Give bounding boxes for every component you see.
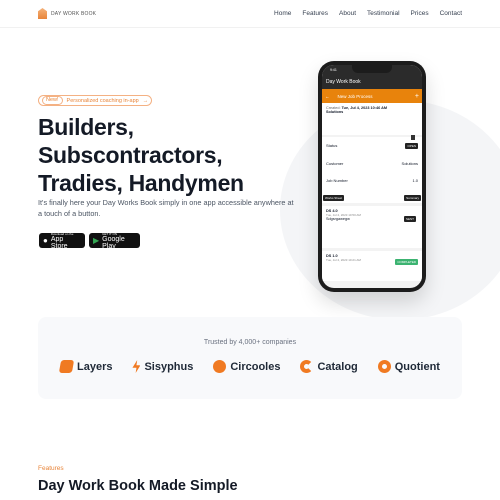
- app-title: Day Work Book: [322, 75, 422, 89]
- nav-prices[interactable]: Prices: [411, 10, 429, 17]
- back-icon[interactable]: ←: [325, 94, 330, 99]
- quotient-icon: [377, 360, 391, 373]
- trusted-title: Trusted by 4,000+ companies: [203, 339, 297, 346]
- brand-catalog: Catalog: [300, 360, 358, 373]
- nav-features[interactable]: Features: [302, 10, 328, 17]
- badge-text: Personalized coaching in-app: [66, 97, 139, 104]
- plus-icon[interactable]: +: [415, 93, 419, 100]
- hero-subtitle: It's finally here your Day Works Book si…: [38, 198, 294, 218]
- nav-about[interactable]: About: [339, 10, 356, 17]
- bolt-icon: [132, 360, 141, 373]
- navbar: DAY WORK BOOK Home Features About Testim…: [0, 0, 500, 28]
- brand-quotient: Quotient: [377, 360, 440, 373]
- nav-home[interactable]: Home: [274, 10, 291, 17]
- features-label: Features: [38, 465, 64, 472]
- building-icon: [38, 8, 47, 19]
- app-store-button[interactable]: ● Download on the App Store: [39, 232, 85, 250]
- apple-icon: ●: [43, 236, 48, 245]
- status-chip: OPEN: [405, 143, 418, 149]
- trusted-section: Trusted by 4,000+ companies Layers Sisyp…: [38, 317, 462, 399]
- nav-testimonial[interactable]: Testimonial: [367, 10, 400, 17]
- layers-icon: [58, 360, 75, 373]
- logo-text: DAY WORK BOOK: [51, 10, 97, 17]
- new-pill: New!: [42, 96, 63, 105]
- circles-icon: [213, 360, 227, 373]
- nav-contact[interactable]: Contact: [440, 10, 462, 17]
- phone-mockup: 9:41 Day Work Book ← New Job Process + Cre…: [318, 61, 426, 292]
- screen-header: ← New Job Process +: [322, 89, 422, 103]
- brand-layers: Layers: [58, 360, 112, 373]
- brand-sisyphus: Sisyphus: [132, 360, 193, 373]
- announcement-badge[interactable]: New! Personalized coaching in-app →: [38, 95, 153, 106]
- hero-title: Builders, Subscontractors, Tradies, Handym…: [38, 114, 244, 196]
- brand-circooles: Circooles: [213, 360, 280, 373]
- entry-card[interactable]: DS 1.0 Tue, Jul 4, 2023 10:21 AM COMPLETED: [322, 251, 422, 281]
- play-icon: ▶: [93, 236, 100, 245]
- catalog-icon: [300, 360, 314, 373]
- summary-button[interactable]: Summary: [404, 195, 421, 201]
- features-title: Day Work Book Made Simple: [38, 478, 238, 494]
- status-time: 9:41: [330, 68, 337, 72]
- document-icon[interactable]: [411, 135, 415, 140]
- arrow-right-icon: →: [142, 97, 149, 104]
- entry-card[interactable]: DS 4.0 Tue, Jul 4, 2023 10:50 AM SENT Sdgsr…: [322, 206, 422, 248]
- logo[interactable]: DAY WORK BOOK: [38, 8, 96, 19]
- works-sheet-button[interactable]: Works Sheet: [323, 195, 345, 201]
- google-play-button[interactable]: ▶ GET IT ON Google Play: [89, 232, 140, 250]
